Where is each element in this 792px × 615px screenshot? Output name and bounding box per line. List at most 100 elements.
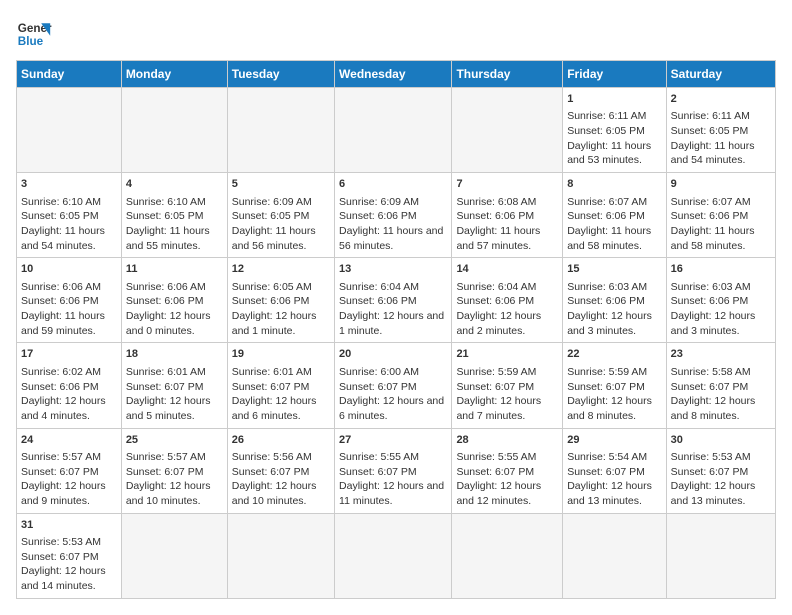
calendar-cell: 26Sunrise: 5:56 AM Sunset: 6:07 PM Dayli… xyxy=(227,428,334,513)
day-info: Sunrise: 5:57 AM Sunset: 6:07 PM Dayligh… xyxy=(21,450,117,509)
day-number: 22 xyxy=(567,347,661,362)
calendar-cell: 18 Sunrise: 6:01 AM Sunset: 6:07 PM Dayli… xyxy=(121,343,227,428)
calendar-cell: 3Sunrise: 6:10 AM Sunset: 6:05 PM Daylig… xyxy=(17,173,122,258)
calendar-week-2: 3 Sunrise: 6:10 AM Sunset: 6:05 PM Daylig… xyxy=(17,173,776,258)
day-info: Sunrise: 6:11 AM Sunset: 6:05 PM Dayligh… xyxy=(567,109,661,168)
calendar-cell: 30 Sunrise: 5:53 AM Sunset: 6:07 PM Dayli… xyxy=(666,428,775,513)
logo: General Blue xyxy=(16,16,52,52)
day-number: 25 xyxy=(126,433,223,448)
day-number: 30 xyxy=(671,433,771,448)
day-info: Sunrise: 6:03 AM Sunset: 6:06 PM Dayligh… xyxy=(671,280,771,339)
calendar-cell: 7Sunrise: 6:08 AM Sunset: 6:06 PM Daylig… xyxy=(452,173,563,258)
calendar-cell xyxy=(452,513,563,598)
calendar-cell: 19Sunrise: 6:01 AM Sunset: 6:07 PM Dayli… xyxy=(227,343,334,428)
col-header-wednesday: Wednesday xyxy=(335,61,452,88)
day-number: 6 xyxy=(339,177,447,192)
day-number: 31 xyxy=(21,518,117,533)
calendar-cell: 8 Sunrise: 6:07 AM Sunset: 6:06 PM Daylig… xyxy=(563,173,666,258)
col-header-sunday: Sunday xyxy=(17,61,122,88)
day-info: Sunrise: 6:11 AM Sunset: 6:05 PM Dayligh… xyxy=(671,109,771,168)
day-info: Sunrise: 6:07 AM Sunset: 6:06 PM Dayligh… xyxy=(567,195,661,254)
calendar-table: SundayMondayTuesdayWednesdayThursdayFrid… xyxy=(16,60,776,599)
calendar-cell: 23Sunrise: 5:58 AM Sunset: 6:07 PM Dayli… xyxy=(666,343,775,428)
day-number: 9 xyxy=(671,177,771,192)
day-number: 1 xyxy=(567,92,661,107)
day-info: Sunrise: 6:06 AM Sunset: 6:06 PM Dayligh… xyxy=(126,280,223,339)
calendar-cell: 22 Sunrise: 5:59 AM Sunset: 6:07 PM Dayli… xyxy=(563,343,666,428)
day-info: Sunrise: 6:05 AM Sunset: 6:06 PM Dayligh… xyxy=(232,280,330,339)
day-number: 23 xyxy=(671,347,771,362)
calendar-cell: 21 Sunrise: 5:59 AM Sunset: 6:07 PM Dayli… xyxy=(452,343,563,428)
day-info: Sunrise: 6:03 AM Sunset: 6:06 PM Dayligh… xyxy=(567,280,661,339)
day-number: 12 xyxy=(232,262,330,277)
day-info: Sunrise: 6:01 AM Sunset: 6:07 PM Dayligh… xyxy=(126,365,223,424)
day-info: Sunrise: 6:08 AM Sunset: 6:06 PM Dayligh… xyxy=(456,195,558,254)
day-info: Sunrise: 6:06 AM Sunset: 6:06 PM Dayligh… xyxy=(21,280,117,339)
day-info: Sunrise: 6:04 AM Sunset: 6:06 PM Dayligh… xyxy=(456,280,558,339)
day-number: 4 xyxy=(126,177,223,192)
calendar-cell: 31 Sunrise: 5:53 AM Sunset: 6:07 PM Dayli… xyxy=(17,513,122,598)
day-number: 15 xyxy=(567,262,661,277)
day-number: 14 xyxy=(456,262,558,277)
day-number: 11 xyxy=(126,262,223,277)
day-number: 20 xyxy=(339,347,447,362)
calendar-cell: 29Sunrise: 5:54 AM Sunset: 6:07 PM Dayli… xyxy=(563,428,666,513)
day-number: 8 xyxy=(567,177,661,192)
calendar-cell: 1 Sunrise: 6:11 AM Sunset: 6:05 PM Daylig… xyxy=(563,88,666,173)
day-info: Sunrise: 6:04 AM Sunset: 6:06 PM Dayligh… xyxy=(339,280,447,339)
logo-icon: General Blue xyxy=(16,16,52,52)
calendar-week-1: 1 Sunrise: 6:11 AM Sunset: 6:05 PM Daylig… xyxy=(17,88,776,173)
calendar-cell: 12 Sunrise: 6:05 AM Sunset: 6:06 PM Dayli… xyxy=(227,258,334,343)
calendar-cell xyxy=(452,88,563,173)
day-info: Sunrise: 6:00 AM Sunset: 6:07 PM Dayligh… xyxy=(339,365,447,424)
calendar-cell: 28Sunrise: 5:55 AM Sunset: 6:07 PM Dayli… xyxy=(452,428,563,513)
calendar-cell xyxy=(563,513,666,598)
calendar-cell: 5 Sunrise: 6:09 AM Sunset: 6:05 PM Daylig… xyxy=(227,173,334,258)
day-number: 18 xyxy=(126,347,223,362)
day-info: Sunrise: 5:56 AM Sunset: 6:07 PM Dayligh… xyxy=(232,450,330,509)
calendar-week-3: 10 Sunrise: 6:06 AM Sunset: 6:06 PM Dayli… xyxy=(17,258,776,343)
day-number: 3 xyxy=(21,177,117,192)
day-info: Sunrise: 5:57 AM Sunset: 6:07 PM Dayligh… xyxy=(126,450,223,509)
day-number: 19 xyxy=(232,347,330,362)
day-number: 5 xyxy=(232,177,330,192)
calendar-cell: 17Sunrise: 6:02 AM Sunset: 6:06 PM Dayli… xyxy=(17,343,122,428)
calendar-cell xyxy=(17,88,122,173)
calendar-cell: 6 Sunrise: 6:09 AM Sunset: 6:06 PM Daylig… xyxy=(335,173,452,258)
calendar-cell xyxy=(121,88,227,173)
calendar-cell: 11 Sunrise: 6:06 AM Sunset: 6:06 PM Dayli… xyxy=(121,258,227,343)
calendar-week-5: 24Sunrise: 5:57 AM Sunset: 6:07 PM Dayli… xyxy=(17,428,776,513)
col-header-tuesday: Tuesday xyxy=(227,61,334,88)
calendar-cell xyxy=(666,513,775,598)
day-info: Sunrise: 6:09 AM Sunset: 6:05 PM Dayligh… xyxy=(232,195,330,254)
calendar-cell xyxy=(335,88,452,173)
calendar-cell xyxy=(121,513,227,598)
day-number: 21 xyxy=(456,347,558,362)
day-info: Sunrise: 5:59 AM Sunset: 6:07 PM Dayligh… xyxy=(456,365,558,424)
day-number: 10 xyxy=(21,262,117,277)
day-info: Sunrise: 6:10 AM Sunset: 6:05 PM Dayligh… xyxy=(126,195,223,254)
day-info: Sunrise: 5:54 AM Sunset: 6:07 PM Dayligh… xyxy=(567,450,661,509)
calendar-cell: 15 Sunrise: 6:03 AM Sunset: 6:06 PM Dayli… xyxy=(563,258,666,343)
day-info: Sunrise: 5:59 AM Sunset: 6:07 PM Dayligh… xyxy=(567,365,661,424)
calendar-cell: 4 Sunrise: 6:10 AM Sunset: 6:05 PM Daylig… xyxy=(121,173,227,258)
day-info: Sunrise: 6:09 AM Sunset: 6:06 PM Dayligh… xyxy=(339,195,447,254)
calendar-cell: 13Sunrise: 6:04 AM Sunset: 6:06 PM Dayli… xyxy=(335,258,452,343)
calendar-week-4: 17Sunrise: 6:02 AM Sunset: 6:06 PM Dayli… xyxy=(17,343,776,428)
calendar-cell xyxy=(227,88,334,173)
col-header-thursday: Thursday xyxy=(452,61,563,88)
day-info: Sunrise: 5:53 AM Sunset: 6:07 PM Dayligh… xyxy=(21,535,117,594)
calendar-cell: 25 Sunrise: 5:57 AM Sunset: 6:07 PM Dayli… xyxy=(121,428,227,513)
day-info: Sunrise: 6:07 AM Sunset: 6:06 PM Dayligh… xyxy=(671,195,771,254)
day-headers-row: SundayMondayTuesdayWednesdayThursdayFrid… xyxy=(17,61,776,88)
calendar-cell: 24Sunrise: 5:57 AM Sunset: 6:07 PM Dayli… xyxy=(17,428,122,513)
svg-text:Blue: Blue xyxy=(18,35,44,48)
day-info: Sunrise: 5:55 AM Sunset: 6:07 PM Dayligh… xyxy=(456,450,558,509)
calendar-cell: 2 Sunrise: 6:11 AM Sunset: 6:05 PM Daylig… xyxy=(666,88,775,173)
calendar-cell: 27Sunrise: 5:55 AM Sunset: 6:07 PM Dayli… xyxy=(335,428,452,513)
calendar-cell xyxy=(335,513,452,598)
day-info: Sunrise: 5:53 AM Sunset: 6:07 PM Dayligh… xyxy=(671,450,771,509)
col-header-friday: Friday xyxy=(563,61,666,88)
col-header-monday: Monday xyxy=(121,61,227,88)
day-number: 2 xyxy=(671,92,771,107)
